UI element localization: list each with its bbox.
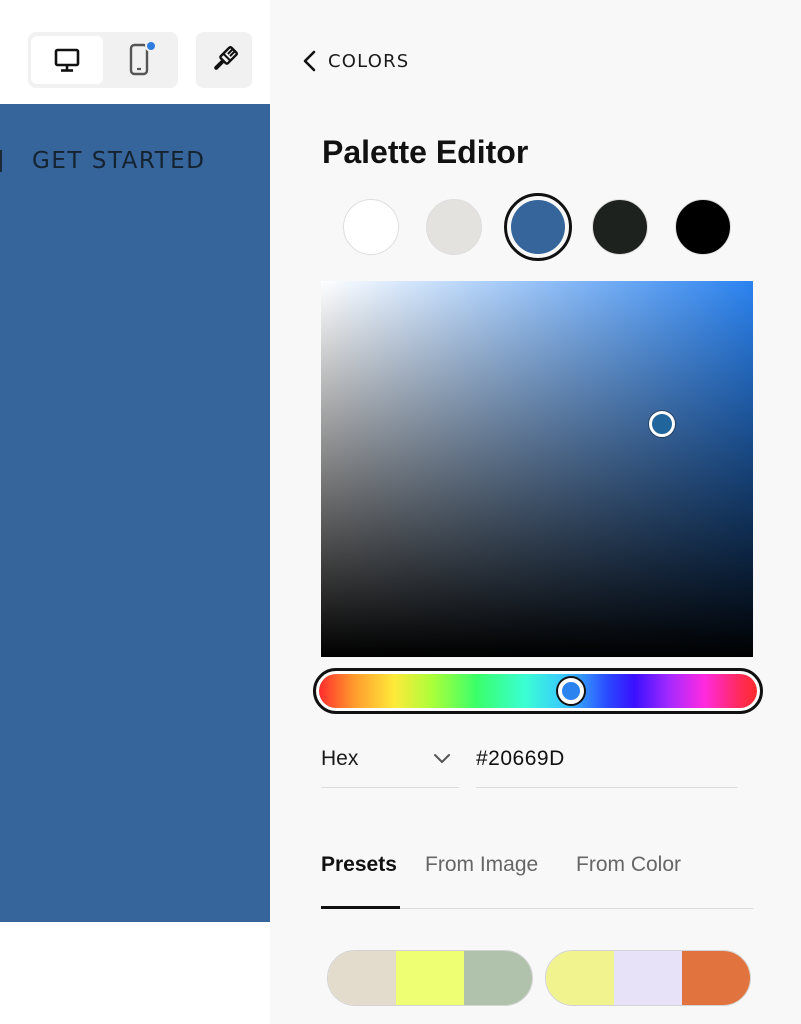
saturation-value-picker[interactable] xyxy=(321,281,753,657)
preset-color-band xyxy=(682,951,750,1005)
desktop-view-button[interactable] xyxy=(31,36,103,84)
editor-toolbar xyxy=(0,18,270,104)
paintbrush-icon xyxy=(214,45,239,70)
sv-picker-handle[interactable] xyxy=(649,410,676,437)
palette-swatch[interactable] xyxy=(504,193,572,261)
palette-swatch[interactable] xyxy=(343,199,399,255)
sv-black-gradient xyxy=(321,281,753,657)
site-styles-button[interactable] xyxy=(196,32,252,88)
preset-color-band xyxy=(464,951,532,1005)
hex-input[interactable]: #20669D xyxy=(476,730,737,788)
hex-value[interactable]: #20669D xyxy=(476,747,565,771)
desktop-monitor-icon xyxy=(54,48,80,72)
tab-from-color[interactable]: From Color xyxy=(576,853,681,877)
palette-swatch[interactable] xyxy=(675,199,731,255)
nav-link-fragment xyxy=(0,150,6,172)
palette-swatch[interactable] xyxy=(592,199,648,255)
active-tab-indicator xyxy=(321,906,400,909)
palette-source-tabs: Presets From Image From Color xyxy=(321,845,753,909)
site-preview-pane: GET STARTED xyxy=(0,0,270,1024)
site-header-preview[interactable]: GET STARTED xyxy=(0,104,270,922)
mobile-view-button[interactable] xyxy=(103,36,175,84)
preset-color-band xyxy=(614,951,682,1005)
nav-link-get-started[interactable]: GET STARTED xyxy=(32,148,205,174)
hue-track xyxy=(319,674,757,708)
back-to-colors-link[interactable]: COLORS xyxy=(302,48,409,74)
preset-palette[interactable] xyxy=(327,950,533,1006)
preset-color-band xyxy=(328,951,396,1005)
chevron-down-icon xyxy=(434,753,450,763)
hue-slider-handle[interactable] xyxy=(557,678,584,704)
palette-swatch[interactable] xyxy=(426,199,482,255)
color-format-label: Hex xyxy=(321,746,359,770)
palette-swatches xyxy=(270,192,801,264)
preset-palette[interactable] xyxy=(545,950,751,1006)
chevron-left-icon xyxy=(303,50,316,72)
tab-presets[interactable]: Presets xyxy=(321,853,397,877)
notification-dot xyxy=(145,40,157,52)
page-title: Palette Editor xyxy=(322,134,529,170)
tab-from-image[interactable]: From Image xyxy=(425,853,538,877)
color-format-select[interactable]: Hex xyxy=(321,730,459,788)
preset-color-band xyxy=(396,951,464,1005)
palette-editor-panel: COLORS Palette Editor Hex #20669D Preset… xyxy=(270,0,801,1024)
preset-color-band xyxy=(546,951,614,1005)
back-link-label: COLORS xyxy=(328,50,410,72)
device-view-toggle xyxy=(28,32,178,88)
hue-slider[interactable] xyxy=(313,668,763,714)
